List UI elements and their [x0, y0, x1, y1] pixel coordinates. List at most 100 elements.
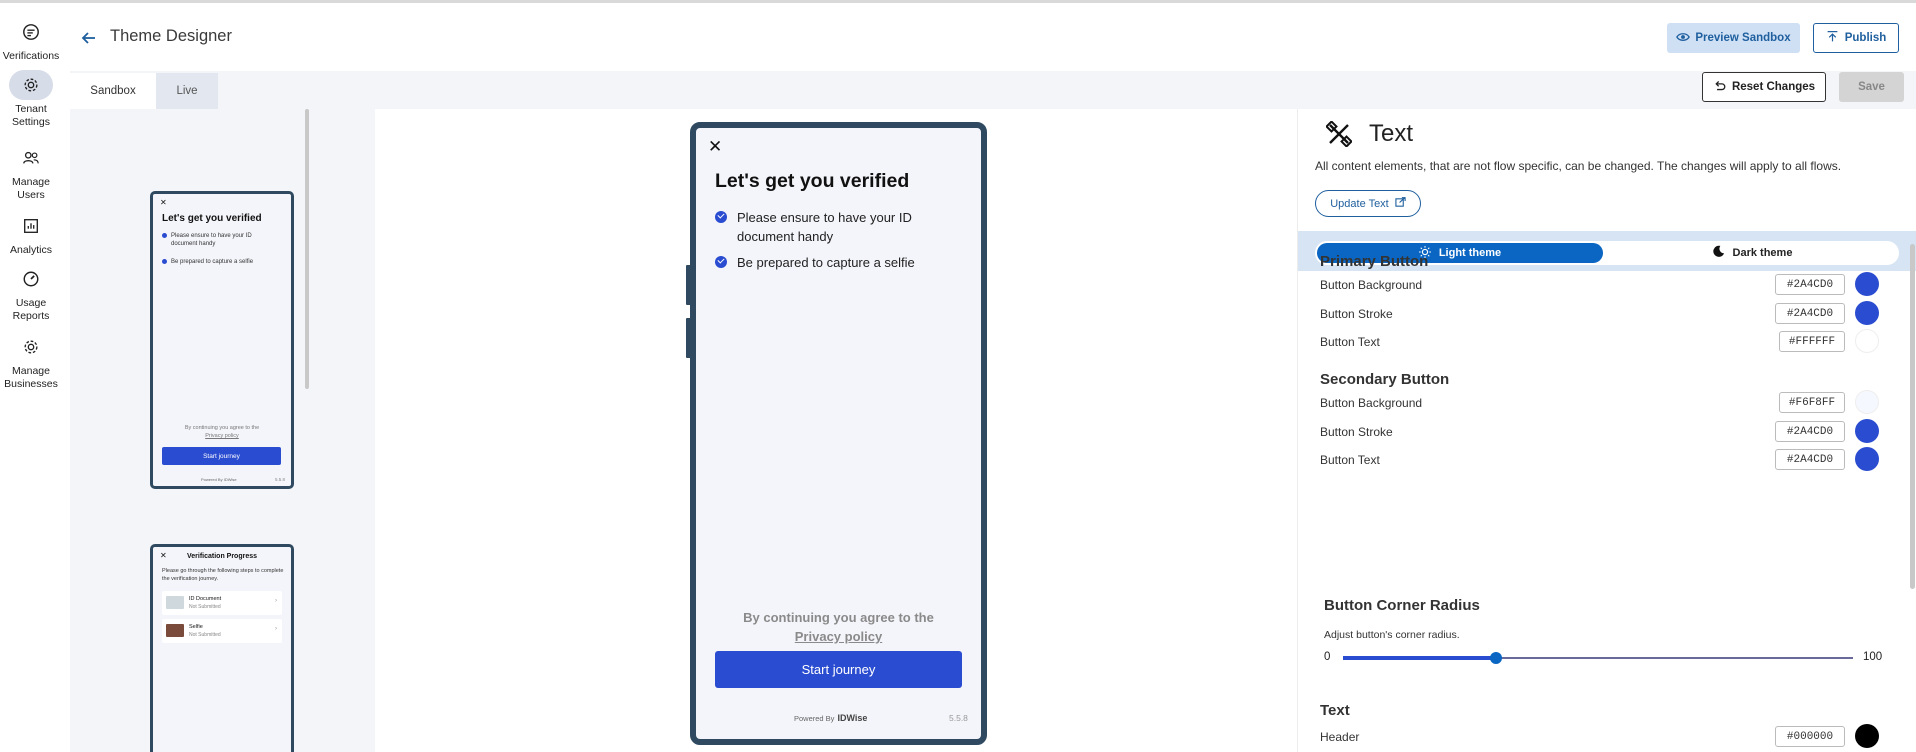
text-section-title: Text — [1320, 702, 1350, 719]
nav-label: Tenant Settings — [12, 103, 50, 128]
thumbnail-heading: Verification Progress — [186, 553, 258, 560]
primary-text-label: Button Text — [1320, 335, 1380, 349]
back-arrow-icon[interactable] — [80, 29, 98, 47]
nav-label: Usage Reports — [12, 297, 50, 322]
primary-stroke-hex-input[interactable]: #2A4CD0 — [1775, 303, 1845, 324]
gear-icon — [9, 70, 53, 100]
header-color-hex-input[interactable]: #000000 — [1775, 726, 1845, 747]
secondary-stroke-hex-input[interactable]: #2A4CD0 — [1775, 421, 1845, 442]
corner-radius-slider[interactable] — [1343, 652, 1853, 664]
header-color-swatch[interactable] — [1855, 724, 1879, 748]
nav-label: Manage Users — [12, 176, 50, 201]
update-text-label: Update Text — [1330, 197, 1389, 210]
slider-max-label: 100 — [1863, 651, 1883, 663]
primary-background-label: Button Background — [1320, 278, 1423, 292]
thumbnail-start-button: Start journey — [162, 447, 281, 465]
gear-icon — [16, 332, 46, 362]
check-circle-icon — [715, 211, 727, 223]
thumbnail-list-item: Be prepared to capture a selfie — [162, 258, 272, 266]
reset-changes-label: Reset Changes — [1731, 81, 1816, 93]
side-nav: Verifications Tenant Settings Manage Use… — [0, 3, 62, 752]
gauge-icon — [16, 264, 46, 294]
tab-sandbox[interactable]: Sandbox — [70, 73, 156, 109]
version-label: 5.5.8 — [949, 713, 968, 723]
chevron-right-icon: › — [275, 598, 277, 604]
screen-thumbnail-list: ✕ Let's get you verified Please ensure t… — [70, 109, 375, 752]
nav-item-manage-users[interactable]: Manage Users — [0, 143, 62, 202]
thumbnail-welcome-screen[interactable]: ✕ Let's get you verified Please ensure t… — [150, 191, 294, 489]
check-circle-icon — [715, 256, 727, 268]
phone-preview: ✕ Let's get you verified Please ensure t… — [690, 122, 987, 745]
id-document-image — [166, 596, 184, 609]
slider-handle[interactable] — [1490, 652, 1502, 664]
thumbnail-heading: Let's get you verified — [162, 213, 262, 224]
primary-background-swatch[interactable] — [1855, 272, 1879, 296]
secondary-text-hex-input[interactable]: #2A4CD0 — [1775, 449, 1845, 470]
preview-heading: Let's get you verified — [715, 170, 910, 192]
upload-icon — [1826, 30, 1839, 46]
corner-radius-section-title: Button Corner Radius — [1324, 597, 1480, 614]
thumbnail-step-card: ID Document Not Submitted › — [162, 591, 282, 615]
preview-list-item: Please ensure to have your ID document h… — [715, 208, 950, 246]
primary-stroke-label: Button Stroke — [1320, 307, 1393, 321]
panel-scrollbar[interactable] — [1910, 244, 1915, 589]
panel-description: All content elements, that are not flow … — [1315, 159, 1842, 173]
secondary-text-label: Button Text — [1320, 453, 1380, 467]
secondary-background-hex-input[interactable]: #F6F8FF — [1779, 392, 1845, 413]
reset-changes-button[interactable]: Reset Changes — [1702, 72, 1826, 102]
theme-settings-panel: Text All content elements, that are not … — [1297, 109, 1916, 752]
nav-item-usage-reports[interactable]: Usage Reports — [0, 264, 62, 323]
thumbnail-agree-text: By continuing you agree to the Privacy po… — [184, 425, 260, 439]
check-icon — [162, 259, 167, 264]
nav-label: Verifications — [2, 50, 60, 62]
preview-list-item: Be prepared to capture a selfie — [715, 253, 950, 272]
eye-icon — [1676, 30, 1691, 47]
secondary-background-label: Button Background — [1320, 396, 1423, 410]
slider-min-label: 0 — [1324, 651, 1331, 663]
update-text-button[interactable]: Update Text — [1315, 190, 1421, 217]
secondary-text-swatch[interactable] — [1855, 447, 1879, 471]
design-tools-icon — [1325, 120, 1353, 148]
dark-theme-option[interactable]: Dark theme — [1607, 243, 1897, 263]
external-link-icon — [1395, 196, 1406, 211]
publish-button[interactable]: Publish — [1813, 23, 1899, 53]
primary-stroke-swatch[interactable] — [1855, 301, 1879, 325]
users-icon — [16, 143, 46, 173]
check-icon — [162, 233, 167, 238]
verifications-icon — [16, 17, 46, 47]
close-icon[interactable]: ✕ — [708, 137, 722, 157]
save-button[interactable]: Save — [1839, 72, 1904, 102]
thumbnail-scrollbar[interactable] — [305, 109, 309, 389]
nav-item-verifications[interactable]: Verifications — [0, 17, 62, 63]
start-journey-button[interactable]: Start journey — [715, 651, 962, 688]
moon-icon — [1712, 245, 1725, 261]
thumbnail-progress-screen[interactable]: ✕ Verification Progress Please go throug… — [150, 544, 294, 752]
tab-live[interactable]: Live — [156, 73, 218, 109]
panel-title: Text — [1369, 120, 1414, 147]
analytics-icon — [16, 211, 46, 241]
nav-label: Analytics — [9, 244, 52, 256]
selfie-image — [166, 624, 184, 637]
preview-sandbox-label: Preview Sandbox — [1695, 32, 1791, 44]
thumbnail-description: Please go through the following steps to… — [162, 568, 284, 582]
thumbnail-step-card: Selfie Not Submitted › — [162, 619, 282, 643]
primary-text-swatch[interactable] — [1855, 329, 1879, 353]
close-icon: ✕ — [160, 198, 167, 207]
primary-text-hex-input[interactable]: #FFFFFF — [1779, 331, 1845, 352]
environment-tabs-bar: Sandbox Live Reset Changes Save — [70, 71, 1916, 109]
nav-item-analytics[interactable]: Analytics — [0, 211, 62, 257]
preview-sandbox-button[interactable]: Preview Sandbox — [1667, 23, 1800, 53]
primary-button-section-title: Primary Button — [1320, 253, 1429, 270]
privacy-policy-link[interactable]: Privacy policy — [696, 627, 981, 646]
secondary-stroke-swatch[interactable] — [1855, 419, 1879, 443]
primary-background-hex-input[interactable]: #2A4CD0 — [1775, 274, 1845, 295]
nav-item-manage-businesses[interactable]: Manage Businesses — [0, 332, 62, 391]
preview-agree-text: By continuing you agree to the Privacy p… — [696, 608, 981, 646]
thumbnail-version: 5.5.8 — [274, 477, 285, 482]
page-title: Theme Designer — [110, 27, 232, 45]
publish-label: Publish — [1844, 32, 1887, 44]
powered-by: Powered By IDWise — [794, 713, 868, 723]
secondary-background-swatch[interactable] — [1855, 390, 1879, 414]
corner-radius-description: Adjust button's corner radius. — [1324, 629, 1460, 641]
nav-item-tenant-settings[interactable]: Tenant Settings — [0, 70, 62, 129]
